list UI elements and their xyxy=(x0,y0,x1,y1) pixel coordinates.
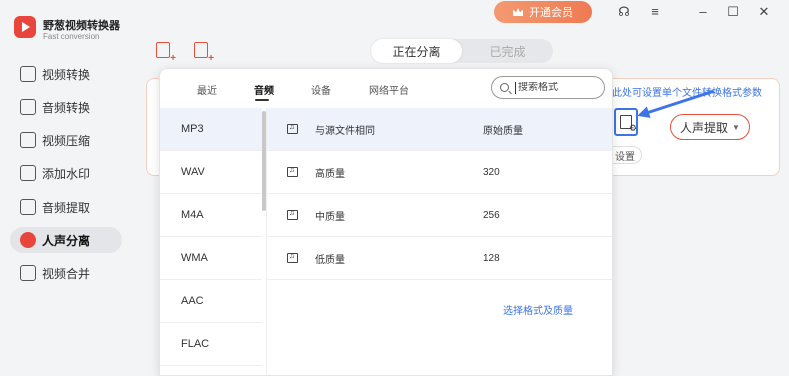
quality-value: 原始质量 xyxy=(483,125,523,137)
video-convert-icon xyxy=(20,66,36,82)
audio-extract-icon xyxy=(20,199,36,215)
format-item-m4a[interactable]: M4A xyxy=(160,194,262,237)
audio-convert-icon xyxy=(20,99,36,115)
status-segment: 正在分离 已完成 xyxy=(371,39,553,63)
settings-label: 设置 xyxy=(615,151,635,163)
sidebar-item-label: 添加水印 xyxy=(42,166,91,181)
quality-name: 与源文件相同 xyxy=(315,125,375,137)
music-file-icon xyxy=(287,165,298,177)
sidebar-item-watermark[interactable]: 添加水印 xyxy=(10,160,122,186)
minimize-icon[interactable]: – xyxy=(695,4,711,19)
tab-audio[interactable]: 音频 xyxy=(254,82,274,97)
video-compress-icon xyxy=(20,132,36,148)
format-popup: 最近 音频 设备 网络平台 MP3 WAV M4A WMA AAC FLAC 与… xyxy=(159,68,613,376)
app-title: 野葱视频转换器 xyxy=(43,20,120,32)
crown-icon xyxy=(513,8,523,16)
tab-underline xyxy=(255,99,269,101)
music-file-icon xyxy=(287,122,298,134)
quality-list: 与源文件相同 原始质量 高质量 320 中质量 256 低质量 128 xyxy=(267,108,612,280)
quality-value: 256 xyxy=(483,209,500,221)
add-folder-icon[interactable] xyxy=(194,42,214,64)
format-search[interactable] xyxy=(491,76,605,99)
sidebar-item-label: 音频转换 xyxy=(42,100,91,115)
sidebar-item-label: 视频合并 xyxy=(42,266,91,281)
watermark-icon xyxy=(20,165,36,181)
voice-separate-icon xyxy=(20,232,36,248)
tab-completed[interactable]: 已完成 xyxy=(462,39,553,63)
close-icon[interactable]: ✕ xyxy=(756,4,772,20)
extract-mode-dropdown[interactable]: 人声提取 ▼ xyxy=(670,114,750,140)
file-settings-icon[interactable] xyxy=(614,108,638,136)
tab-separating[interactable]: 正在分离 xyxy=(371,39,462,63)
sidebar-item-video-compress[interactable]: 视频压缩 xyxy=(10,127,122,153)
sidebar-item-video-convert[interactable]: 视频转换 xyxy=(10,61,122,87)
vip-button[interactable]: 开通会员 xyxy=(494,1,592,23)
sidebar-item-video-merge[interactable]: 视频合并 xyxy=(10,260,122,286)
quality-row[interactable]: 高质量 320 xyxy=(267,151,612,194)
maximize-icon[interactable]: ☐ xyxy=(725,4,741,20)
sidebar-item-label: 视频转换 xyxy=(42,67,91,82)
tab-web-platform[interactable]: 网络平台 xyxy=(369,82,409,97)
format-item-aac[interactable]: AAC xyxy=(160,280,262,323)
chevron-down-icon: ▼ xyxy=(732,122,740,132)
choose-format-quality-link[interactable]: 选择格式及质量 xyxy=(503,302,573,317)
quality-row[interactable]: 低质量 128 xyxy=(267,237,612,280)
sidebar-item-label: 视频压缩 xyxy=(42,133,91,148)
sidebar-item-audio-extract[interactable]: 音频提取 xyxy=(10,194,122,220)
app-subtitle: Fast conversion xyxy=(43,32,100,41)
tab-device[interactable]: 设备 xyxy=(311,82,331,97)
music-file-icon xyxy=(287,251,298,263)
quality-value: 128 xyxy=(483,252,500,264)
search-input[interactable] xyxy=(515,81,595,94)
format-item-mp3[interactable]: MP3 xyxy=(160,108,262,151)
app-logo-icon xyxy=(14,16,36,38)
music-file-icon xyxy=(287,208,298,220)
format-item-wav[interactable]: WAV xyxy=(160,151,262,194)
quality-row[interactable]: 与源文件相同 原始质量 xyxy=(267,108,612,151)
quality-row[interactable]: 中质量 256 xyxy=(267,194,612,237)
sidebar-item-label: 音频提取 xyxy=(42,200,91,215)
quality-name: 高质量 xyxy=(315,168,345,180)
sidebar-item-audio-convert[interactable]: 音频转换 xyxy=(10,94,122,120)
format-list: MP3 WAV M4A WMA AAC FLAC xyxy=(160,108,262,375)
settings-hint: 此处可设置单个文件转换格式参数 xyxy=(612,88,762,99)
add-file-icon[interactable] xyxy=(156,42,176,64)
video-merge-icon xyxy=(20,265,36,281)
quality-name: 低质量 xyxy=(315,254,345,266)
sidebar-item-label: 人声分离 xyxy=(42,233,91,248)
sidebar: 野葱视频转换器 Fast conversion 视频转换 音频转换 视频压缩 添… xyxy=(0,0,132,376)
tab-recent[interactable]: 最近 xyxy=(197,82,217,97)
search-icon xyxy=(500,83,509,92)
sidebar-item-voice-separate[interactable]: 人声分离 xyxy=(10,227,122,253)
headset-icon[interactable]: ☊ xyxy=(616,4,632,20)
quality-value: 320 xyxy=(483,166,500,178)
vip-label: 开通会员 xyxy=(529,7,573,19)
quality-name: 中质量 xyxy=(315,211,345,223)
format-item-flac[interactable]: FLAC xyxy=(160,323,262,366)
menu-icon[interactable]: ≡ xyxy=(647,4,663,19)
format-item-wma[interactable]: WMA xyxy=(160,237,262,280)
extract-mode-label: 人声提取 xyxy=(680,120,729,135)
